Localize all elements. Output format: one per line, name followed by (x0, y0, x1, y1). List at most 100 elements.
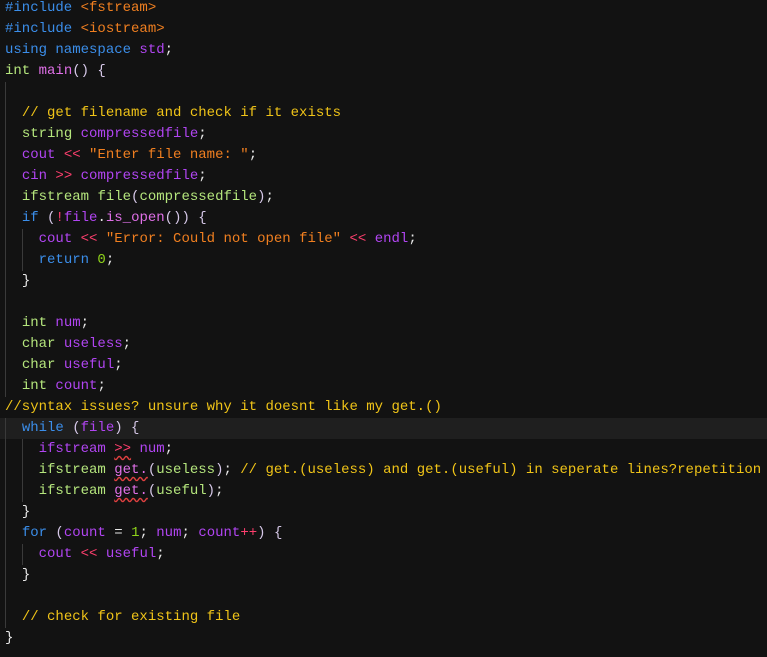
error-token: >> (114, 441, 132, 457)
code-line[interactable]: } (0, 271, 767, 292)
code-line[interactable]: while (file) { (0, 418, 767, 439)
code-line[interactable]: int num; (0, 313, 767, 334)
code-token: ; (248, 147, 258, 163)
code-line[interactable]: ifstream get.(useless); // get.(useless)… (0, 460, 767, 481)
code-token: ifstream (21, 189, 98, 205)
code-line[interactable]: int count; (0, 376, 767, 397)
code-token: int (21, 315, 56, 331)
code-token: char (21, 357, 64, 373)
code-token: num (55, 315, 81, 331)
code-line[interactable] (0, 292, 767, 313)
code-line[interactable] (0, 82, 767, 103)
code-line[interactable]: cin >> compressedfile; (0, 166, 767, 187)
code-token: ++ (240, 525, 258, 541)
code-token: using namespace (5, 42, 140, 58)
code-line[interactable]: int main() { (0, 61, 767, 82)
code-line[interactable]: return 0; (0, 250, 767, 271)
code-token: ()) { (164, 210, 207, 226)
code-token: useless (63, 336, 123, 352)
code-editor[interactable]: #include <fstream> #include <iostream> usi… (0, 0, 767, 657)
code-token: << (80, 546, 106, 562)
code-token: num (139, 441, 165, 457)
code-line[interactable]: string compressedfile; (0, 124, 767, 145)
code-line[interactable]: char useless; (0, 334, 767, 355)
code-line[interactable]: ifstream get.(useful); (0, 481, 767, 502)
code-line[interactable] (0, 586, 767, 607)
code-token: << (63, 147, 90, 163)
code-token: } (5, 630, 14, 646)
code-token: is_open (105, 210, 165, 226)
code-token: = (114, 525, 132, 541)
code-line[interactable]: } (0, 628, 767, 649)
code-token: while (21, 420, 73, 436)
code-token: ; (105, 252, 115, 268)
code-token: <iostream> (80, 21, 165, 37)
code-line[interactable]: using namespace std; (0, 40, 767, 61)
code-token: ; (122, 336, 132, 352)
code-line[interactable]: //syntax issues? unsure why it doesnt li… (0, 397, 767, 418)
code-token: "Error: Could not open file" (105, 231, 350, 247)
indent-guide (5, 82, 6, 397)
code-token: } (21, 567, 31, 583)
code-token: // get filename and check if it exists (21, 105, 342, 121)
indent-guide (21, 229, 23, 271)
code-token: compressedfile (80, 126, 199, 142)
code-token: ; (97, 378, 106, 394)
error-token: get. (114, 462, 148, 478)
code-line[interactable]: char useful; (0, 355, 767, 376)
code-line[interactable]: for (count = 1; num; count++) { (0, 523, 767, 544)
code-line[interactable]: } (0, 565, 767, 586)
code-token: cin (21, 168, 56, 184)
code-token: #include (5, 0, 81, 16)
code-token: ; (198, 168, 207, 184)
code-line[interactable]: cout << "Enter file name: "; (0, 145, 767, 166)
code-token: #include (5, 21, 81, 37)
code-line[interactable]: if (!file.is_open()) { (0, 208, 767, 229)
code-token: ; (164, 441, 174, 457)
code-line[interactable]: ifstream >> num; (0, 439, 767, 460)
code-line[interactable]: #include <iostream> (0, 19, 767, 40)
code-token: useful (105, 546, 157, 562)
code-line[interactable]: // get filename and check if it exists (0, 103, 767, 124)
code-token: ! (55, 210, 64, 226)
code-token: ; (156, 546, 165, 562)
code-token: << (349, 231, 375, 247)
code-line[interactable]: cout << useful; (0, 544, 767, 565)
code-token: ( (55, 525, 64, 541)
code-token: ; (408, 231, 417, 247)
code-token: cout (38, 231, 81, 247)
code-token: 0 (97, 252, 106, 268)
code-token: count (63, 525, 115, 541)
code-token: ( (72, 420, 81, 436)
code-token: ; (265, 189, 274, 205)
code-token: ; (223, 462, 241, 478)
code-token: ) { (257, 525, 283, 541)
code-token: file (97, 189, 132, 205)
code-token: char (21, 336, 64, 352)
code-token: ) (206, 483, 216, 499)
code-line[interactable]: ifstream file(compressedfile); (0, 187, 767, 208)
code-line[interactable]: cout << "Error: Could not open file" << … (0, 229, 767, 250)
code-token: //syntax issues? unsure why it doesnt li… (5, 399, 442, 415)
code-token: num (156, 525, 182, 541)
code-line[interactable]: #include <fstream> (0, 0, 767, 19)
error-token: get. (114, 483, 148, 499)
code-token: cout (21, 147, 64, 163)
code-line[interactable]: } (0, 502, 767, 523)
code-line[interactable]: // check for existing file (0, 607, 767, 628)
code-token: for (21, 525, 56, 541)
code-token: ; (164, 42, 174, 58)
code-token: file (63, 210, 98, 226)
code-token: ; (139, 525, 157, 541)
code-token: ifstream (38, 441, 115, 457)
